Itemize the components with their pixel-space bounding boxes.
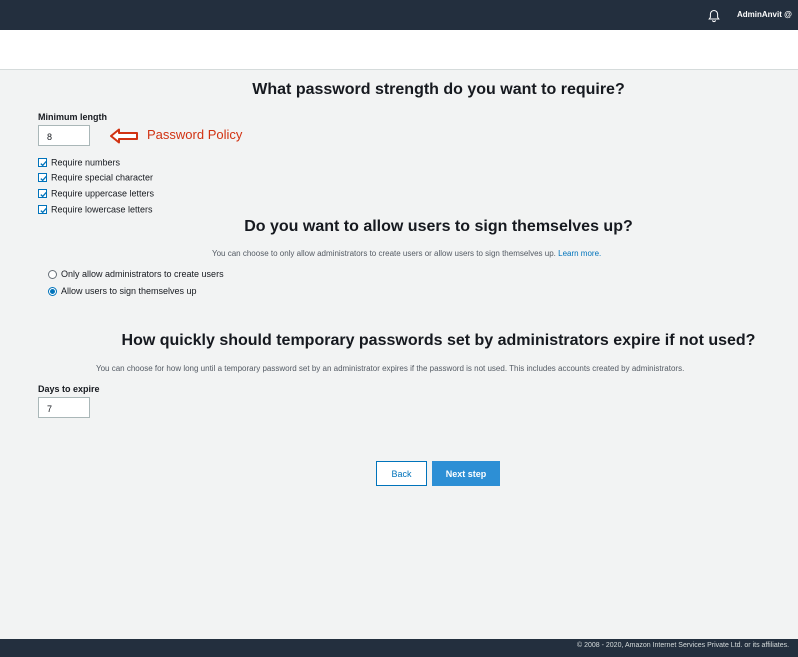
self-signup-heading: Do you want to allow users to sign thems…	[244, 218, 633, 235]
require-uppercase-checkbox[interactable]: Require uppercase letters	[38, 188, 154, 200]
user-account-menu[interactable]: AdminAnvit @	[737, 10, 792, 19]
temporary-password-description: You can choose for how long until a temp…	[96, 364, 685, 373]
temporary-password-heading: How quickly should temporary passwords s…	[121, 332, 756, 349]
radio-label: Allow users to sign themselves up	[61, 286, 197, 296]
checkbox-label: Require lowercase letters	[51, 204, 153, 215]
checkbox-label: Require special character	[51, 172, 154, 183]
back-button[interactable]: Back	[376, 461, 427, 486]
checkbox-checked-icon[interactable]	[38, 158, 47, 168]
radio-only-admins[interactable]: Only allow administrators to create user…	[48, 269, 224, 280]
require-lowercase-checkbox[interactable]: Require lowercase letters	[38, 204, 153, 216]
red-arrow-annotation-icon	[110, 128, 138, 144]
checkbox-checked-icon[interactable]	[38, 189, 47, 199]
require-special-character-checkbox[interactable]: Require special character	[38, 172, 153, 184]
top-navigation-bar: AdminAnvit @	[0, 0, 798, 30]
self-signup-description: You can choose to only allow administrat…	[212, 249, 602, 258]
copyright-text: © 2008 - 2020, Amazon Internet Services …	[577, 642, 790, 649]
minimum-length-input[interactable]: 8	[38, 125, 90, 146]
radio-selected-icon[interactable]	[48, 287, 57, 297]
checkbox-checked-icon[interactable]	[38, 205, 47, 215]
breadcrumb-bar	[0, 30, 798, 70]
radio-label: Only allow administrators to create user…	[61, 269, 224, 279]
password-policy-annotation: Password Policy	[147, 127, 243, 142]
footer-bar: © 2008 - 2020, Amazon Internet Services …	[0, 639, 798, 657]
days-to-expire-input[interactable]: 7	[38, 397, 90, 418]
bell-icon[interactable]	[707, 9, 721, 23]
require-numbers-checkbox[interactable]: Require numbers	[38, 157, 120, 169]
radio-allow-self-signup[interactable]: Allow users to sign themselves up	[48, 286, 197, 297]
radio-unselected-icon[interactable]	[48, 270, 57, 280]
learn-more-link[interactable]: Learn more.	[558, 249, 601, 258]
checkbox-label: Require uppercase letters	[51, 188, 155, 199]
password-strength-heading: What password strength do you want to re…	[252, 81, 625, 98]
checkbox-label: Require numbers	[51, 157, 121, 168]
checkbox-checked-icon[interactable]	[38, 173, 47, 183]
days-to-expire-label: Days to expire	[38, 384, 100, 394]
minimum-length-label: Minimum length	[38, 112, 107, 122]
next-step-button[interactable]: Next step	[432, 461, 500, 486]
